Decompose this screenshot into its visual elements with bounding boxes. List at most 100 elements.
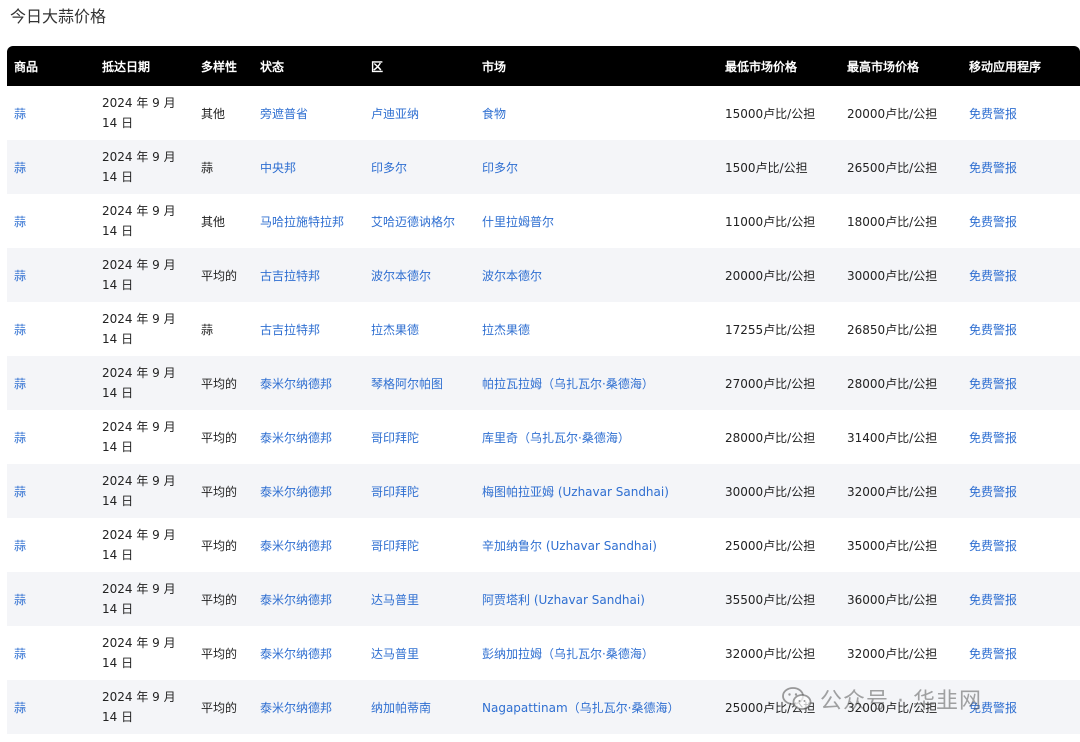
cell-market-link[interactable]: Nagapattinam（乌扎瓦尔·桑德海） [482,701,679,715]
cell-variety: 平均的 [201,646,238,661]
cell-commodity-link[interactable]: 蒜 [14,323,26,337]
cell-min-price: 27000卢比/公担 [725,376,816,391]
cell-commodity-link[interactable]: 蒜 [14,701,26,715]
cell-market-link[interactable]: 阿贾塔利 (Uzhavar Sandhai) [482,593,645,607]
cell-state-link[interactable]: 泰米尔纳德邦 [260,485,332,499]
cell-max-price: 28000卢比/公担 [847,376,938,391]
table-cell: 11000卢比/公担 [718,194,840,248]
cell-free-alert-link[interactable]: 免费警报 [969,107,1017,121]
cell-district-link[interactable]: 达马普里 [371,593,419,607]
cell-district-link[interactable]: 哥印拜陀 [371,485,419,499]
table-cell: 2024 年 9 月 14 日 [95,356,194,410]
cell-min-price: 25000卢比/公担 [725,538,816,553]
cell-free-alert-link[interactable]: 免费警报 [969,431,1017,445]
cell-district-link[interactable]: 琴格阿尔帕图 [371,377,443,391]
table-cell: 波尔本德尔 [364,248,475,302]
table-cell: 琴格阿尔帕图 [364,356,475,410]
cell-state-link[interactable]: 古吉拉特邦 [260,269,320,283]
cell-state-link[interactable]: 泰米尔纳德邦 [260,701,332,715]
cell-market-link[interactable]: 拉杰果德 [482,323,530,337]
cell-free-alert-link[interactable]: 免费警报 [969,593,1017,607]
cell-state-link[interactable]: 旁遮普省 [260,107,308,121]
cell-free-alert-link[interactable]: 免费警报 [969,323,1017,337]
table-cell: 旁遮普省 [253,86,364,140]
table-cell: 帕拉瓦拉姆（乌扎瓦尔·桑德海） [475,356,718,410]
cell-market-link[interactable]: 帕拉瓦拉姆（乌扎瓦尔·桑德海） [482,377,654,391]
cell-commodity-link[interactable]: 蒜 [14,485,26,499]
cell-min-price: 11000卢比/公担 [725,214,816,229]
cell-district-link[interactable]: 卢迪亚纳 [371,107,419,121]
cell-max-price: 26500卢比/公担 [847,160,938,175]
table-cell: 免费警报 [962,410,1080,464]
cell-variety: 平均的 [201,538,238,553]
cell-free-alert-link[interactable]: 免费警报 [969,161,1017,175]
table-cell: 艾哈迈德讷格尔 [364,194,475,248]
cell-district-link[interactable]: 哥印拜陀 [371,431,419,445]
table-cell: 泰米尔纳德邦 [253,464,364,518]
page-title: 今日大蒜价格 [10,7,107,26]
cell-min-price: 32000卢比/公担 [725,646,816,661]
cell-district-link[interactable]: 哥印拜陀 [371,539,419,553]
cell-free-alert-link[interactable]: 免费警报 [969,215,1017,229]
table-cell: Nagapattinam（乌扎瓦尔·桑德海） [475,680,718,734]
cell-free-alert-link[interactable]: 免费警报 [969,377,1017,391]
cell-state-link[interactable]: 泰米尔纳德邦 [260,593,332,607]
cell-commodity-link[interactable]: 蒜 [14,161,26,175]
cell-state-link[interactable]: 中央邦 [260,161,296,175]
cell-district-link[interactable]: 波尔本德尔 [371,269,431,283]
cell-district-link[interactable]: 达马普里 [371,647,419,661]
table-cell: 马哈拉施特拉邦 [253,194,364,248]
cell-min-price: 15000卢比/公担 [725,106,816,121]
cell-market-link[interactable]: 食物 [482,107,506,121]
cell-state-link[interactable]: 泰米尔纳德邦 [260,647,332,661]
cell-state-link[interactable]: 泰米尔纳德邦 [260,377,332,391]
cell-market-link[interactable]: 什里拉姆普尔 [482,215,554,229]
cell-commodity-link[interactable]: 蒜 [14,107,26,121]
table-row: 蒜 2024 年 9 月 14 日 平均的 泰米尔纳德邦 达马普里 阿贾塔利 (Uzhav… [7,572,1080,626]
cell-district-link[interactable]: 印多尔 [371,161,407,175]
cell-state-link[interactable]: 泰米尔纳德邦 [260,431,332,445]
cell-market-link[interactable]: 波尔本德尔 [482,269,542,283]
table-cell: 免费警报 [962,626,1080,680]
table-cell: 25000卢比/公担 [718,518,840,572]
table-cell: 2024 年 9 月 14 日 [95,410,194,464]
cell-district-link[interactable]: 纳加帕蒂南 [371,701,431,715]
cell-arrival-date: 2024 年 9 月 14 日 [102,528,176,562]
cell-market-link[interactable]: 印多尔 [482,161,518,175]
cell-market-link[interactable]: 梅图帕拉亚姆 (Uzhavar Sandhai) [482,485,669,499]
header-state: 状态 [260,59,285,74]
cell-state-link[interactable]: 马哈拉施特拉邦 [260,215,344,229]
cell-commodity-link[interactable]: 蒜 [14,647,26,661]
cell-market-link[interactable]: 库里奇（乌扎瓦尔·桑德海） [482,431,630,445]
cell-state-link[interactable]: 泰米尔纳德邦 [260,539,332,553]
cell-free-alert-link[interactable]: 免费警报 [969,485,1017,499]
cell-commodity-link[interactable]: 蒜 [14,215,26,229]
cell-free-alert-link[interactable]: 免费警报 [969,647,1017,661]
cell-free-alert-link[interactable]: 免费警报 [969,701,1017,715]
table-cell: 蒜 [7,626,95,680]
cell-min-price: 20000卢比/公担 [725,268,816,283]
cell-district-link[interactable]: 艾哈迈德讷格尔 [371,215,455,229]
table-cell: 泰米尔纳德邦 [253,356,364,410]
cell-free-alert-link[interactable]: 免费警报 [969,269,1017,283]
cell-commodity-link[interactable]: 蒜 [14,377,26,391]
table-cell: 卢迪亚纳 [364,86,475,140]
table-cell: 阿贾塔利 (Uzhavar Sandhai) [475,572,718,626]
cell-market-link[interactable]: 辛加纳鲁尔 (Uzhavar Sandhai) [482,539,657,553]
cell-commodity-link[interactable]: 蒜 [14,539,26,553]
cell-min-price: 25000卢比/公担 [725,700,816,715]
cell-free-alert-link[interactable]: 免费警报 [969,539,1017,553]
cell-max-price: 30000卢比/公担 [847,268,938,283]
table-cell: 其他 [194,194,253,248]
table-row: 蒜 2024 年 9 月 14 日 平均的 泰米尔纳德邦 琴格阿尔帕图 帕拉瓦拉姆（乌扎瓦… [7,356,1080,410]
cell-commodity-link[interactable]: 蒜 [14,269,26,283]
cell-state-link[interactable]: 古吉拉特邦 [260,323,320,337]
cell-commodity-link[interactable]: 蒜 [14,431,26,445]
table-cell: 蒜 [7,248,95,302]
cell-variety: 蒜 [201,160,214,175]
table-cell: 哥印拜陀 [364,464,475,518]
cell-market-link[interactable]: 彭纳加拉姆（乌扎瓦尔·桑德海） [482,647,654,661]
table-cell: 28000卢比/公担 [840,356,962,410]
cell-district-link[interactable]: 拉杰果德 [371,323,419,337]
cell-commodity-link[interactable]: 蒜 [14,593,26,607]
